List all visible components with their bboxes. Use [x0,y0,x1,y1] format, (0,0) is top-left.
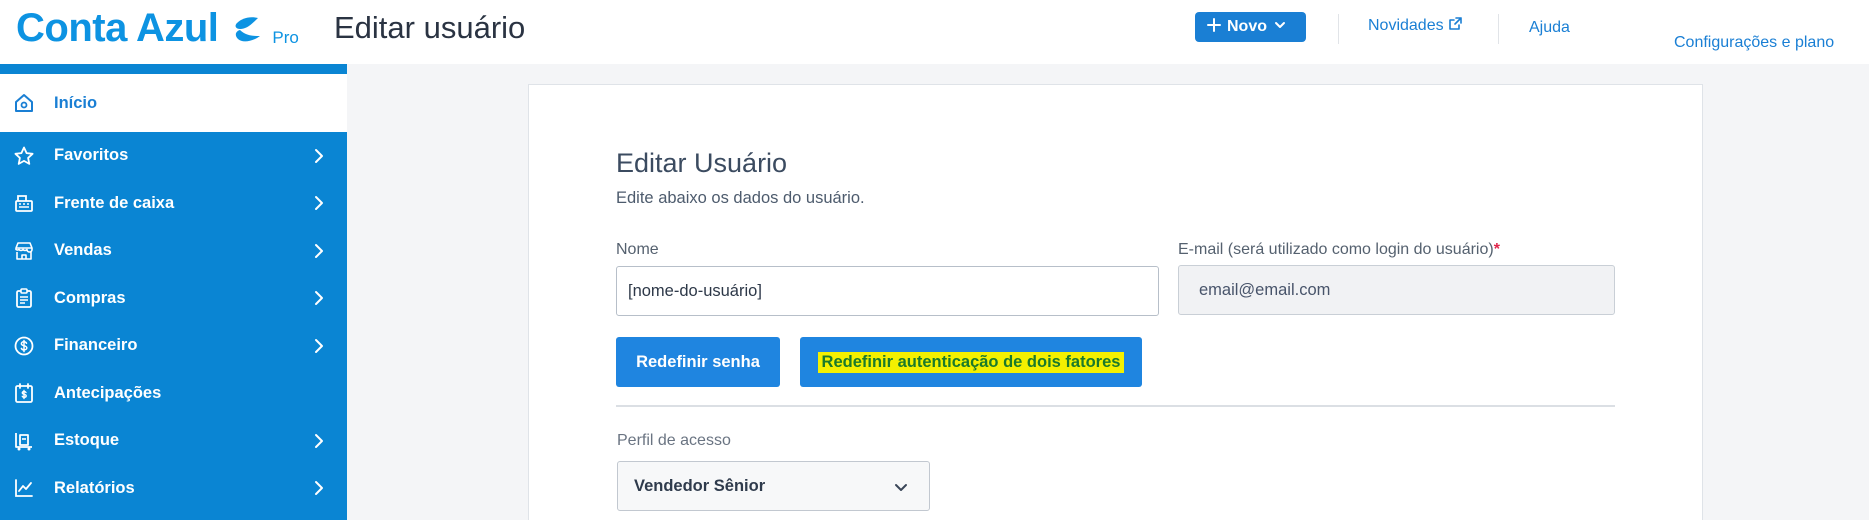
sidebar-item-label: Relatórios [54,478,135,497]
settings-plan-link[interactable]: Configurações e plano [1674,33,1834,53]
chevron-right-icon [311,480,327,496]
header-divider [1498,14,1499,44]
email-label: E-mail (será utilizado como login do usu… [1178,241,1500,259]
required-marker: * [1493,241,1500,258]
sidebar-item-frente-de-caixa[interactable]: Frente de caixa [0,180,347,228]
calendar-dollar-icon [13,382,35,404]
star-icon [13,145,35,167]
name-label: Nome [616,241,659,258]
chevron-down-icon [1273,18,1287,37]
box-icon [13,430,35,452]
chevron-right-icon [311,195,327,211]
sidebar-item-antecipacoes[interactable]: Antecipações [0,370,347,418]
section-divider [616,405,1615,407]
page-title: Editar usuário [334,10,526,45]
new-button[interactable]: Novo [1195,12,1306,42]
external-link-icon [1448,16,1462,36]
store-icon [13,240,35,262]
form-subtitle: Edite abaixo os dados do usuário. [616,189,865,207]
new-button-label: Novo [1227,18,1267,35]
chevron-right-icon [311,338,327,354]
sidebar-item-compras[interactable]: Compras [0,275,347,323]
sidebar-item-inicio[interactable]: Início [0,74,347,132]
home-icon [13,92,35,114]
sidebar-item-label: Financeiro [54,336,138,355]
novidades-label: Novidades [1368,17,1444,34]
reset-2fa-button[interactable]: Redefinir autenticação de dois fatores [800,337,1142,387]
novidades-link[interactable]: Novidades [1368,16,1462,36]
conta-azul-logo[interactable]: Conta Azul Pro [16,4,299,52]
chart-line-icon [13,477,35,499]
plus-icon [1207,17,1221,37]
sidebar-item-label: Favoritos [54,146,129,165]
top-header: Conta Azul Pro Editar usuário Novo Novid… [0,0,1869,64]
sidebar-item-label: Início [54,93,98,112]
profile-label: Perfil de acesso [617,432,731,449]
logo-text: Conta Azul [16,6,219,50]
email-label-text: E-mail (será utilizado como login do usu… [1178,241,1494,258]
chevron-right-icon [311,433,327,449]
reset-password-button[interactable]: Redefinir senha [616,337,780,387]
sidebar-item-favoritos[interactable]: Favoritos [0,132,347,180]
help-link[interactable]: Ajuda [1529,18,1570,38]
form-title: Editar Usuário [616,148,788,178]
sidebar-item-relatorios[interactable]: Relatórios [0,465,347,513]
chevron-right-icon [311,243,327,259]
dollar-circle-icon [13,335,35,357]
sidebar-item-label: Frente de caixa [54,193,175,212]
header-divider [1338,14,1339,44]
chevron-down-icon [893,479,909,495]
reset-2fa-label: Redefinir autenticação de dois fatores [817,351,1125,373]
email-input[interactable]: email@email.com [1178,265,1615,315]
sidebar: Início Favoritos Frente de caixa Vendas … [0,64,347,520]
sidebar-item-label: Estoque [54,431,120,450]
chevron-right-icon [311,148,327,164]
chevron-right-icon [311,290,327,306]
sidebar-item-label: Antecipações [54,383,162,402]
sidebar-item-financeiro[interactable]: Financeiro [0,322,347,370]
name-input[interactable]: [nome-do-usuário] [616,266,1159,316]
sidebar-item-label: Compras [54,288,126,307]
profile-select-value: Vendedor Sênior [634,476,766,495]
sidebar-item-estoque[interactable]: Estoque [0,417,347,465]
profile-select[interactable]: Vendedor Sênior [617,461,930,511]
plan-badge: Pro [272,28,299,47]
sidebar-item-vendas[interactable]: Vendas [0,227,347,275]
cash-register-icon [13,192,35,214]
logo-mark-icon [228,14,262,44]
clipboard-icon [13,287,35,309]
sidebar-item-label: Vendas [54,241,112,260]
